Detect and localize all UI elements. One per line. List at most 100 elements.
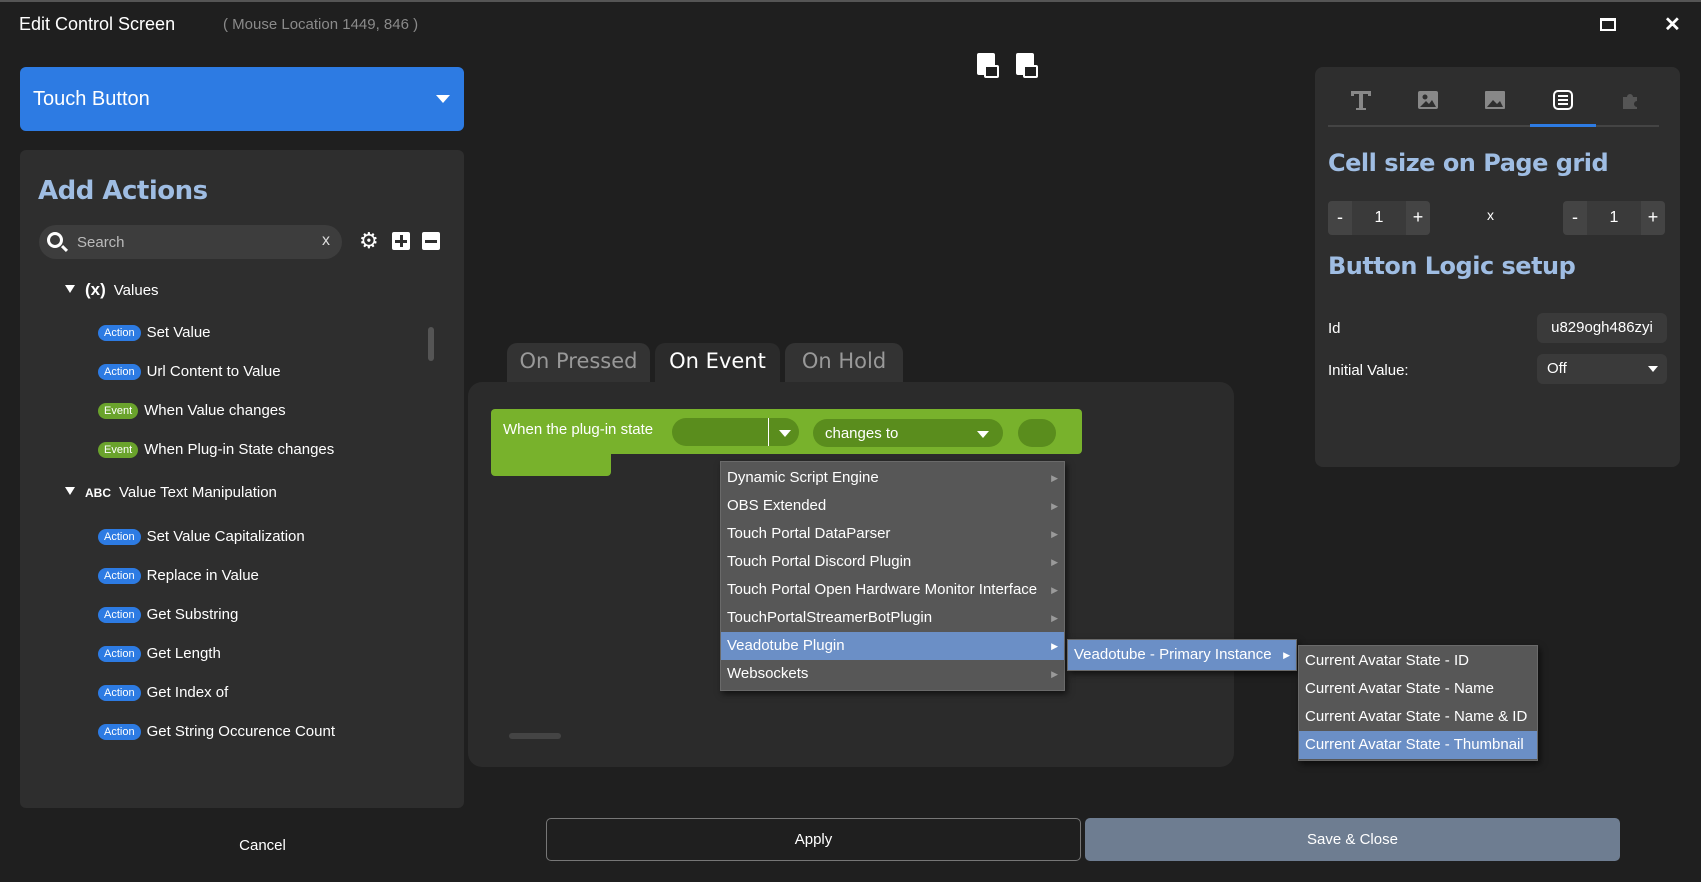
list-item[interactable]: Action Get String Occurence Count [98,723,335,740]
chevron-down-icon [1648,366,1658,372]
menu-item-selected[interactable]: Veadotube - Primary Instance ▶ [1068,640,1296,670]
menu-item-label: Touch Portal DataParser [727,525,891,542]
menu-item-label: Veadotube - Primary Instance [1074,646,1272,663]
decrement-button[interactable]: - [1563,201,1587,235]
cell-height-value[interactable]: 1 [1587,201,1641,235]
menu-item-label: Dynamic Script Engine [727,469,879,486]
value-input[interactable] [1018,419,1056,447]
item-label: Url Content to Value [146,363,281,380]
cell-width-value[interactable]: 1 [1352,201,1406,235]
triangle-down-icon [65,487,75,495]
menu-item-label: Touch Portal Discord Plugin [727,553,912,570]
active-tab-indicator [1530,124,1596,127]
triangle-down-icon [65,285,75,293]
condition-dropdown[interactable]: changes to [813,419,1003,447]
menu-item[interactable]: Touch Portal Discord Plugin ▶ [721,548,1064,576]
action-badge: Action [98,607,141,623]
menu-item-label: OBS Extended [727,497,827,514]
search-input[interactable] [77,232,307,252]
menu-item[interactable]: OBS Extended ▶ [721,492,1064,520]
save-close-button[interactable]: Save & Close [1085,818,1620,861]
text-case-icon: ABC [85,486,111,500]
copy-file-icon[interactable] [1016,53,1038,78]
list-item[interactable]: Event When Plug-in State changes [98,441,334,458]
tab-on-hold[interactable]: On Hold [785,343,903,382]
menu-item[interactable]: Touch Portal Open Hardware Monitor Inter… [721,576,1064,604]
landscape-icon [1485,91,1505,109]
id-label: Id [1328,320,1341,337]
menu-item[interactable]: Current Avatar State - Name [1299,675,1537,703]
menu-item-selected[interactable]: Veadotube Plugin ▶ [721,632,1064,660]
gear-icon[interactable]: ⚙ [359,230,379,252]
search-clear-button[interactable]: x [322,232,330,250]
action-badge: Action [98,325,141,341]
event-block-label: When the plug-in state [503,421,654,438]
action-badge: Action [98,568,141,584]
chevron-right-icon: ▶ [1051,473,1058,483]
variable-icon: (x) [85,280,106,299]
cell-width-stepper: - 1 + [1328,201,1430,235]
item-label: Get String Occurence Count [146,723,336,740]
menu-item-selected[interactable]: Current Avatar State - Thumbnail [1299,731,1537,759]
paste-clipboard-icon[interactable] [977,53,999,78]
logic-icon [1553,90,1573,110]
plugin-state-dropdown[interactable] [672,418,799,446]
action-badge: Action [98,529,141,545]
chevron-right-icon: ▶ [1283,650,1290,660]
tab-on-event[interactable]: On Event [655,343,780,382]
list-item[interactable]: Action Url Content to Value [98,363,281,380]
window-title: Edit Control Screen [19,14,176,34]
initial-value-select[interactable]: Off [1537,354,1667,384]
event-badge: Event [98,403,139,419]
apply-button[interactable]: Apply [546,818,1081,861]
list-item[interactable]: Event When Value changes [98,402,286,419]
logic-setup-title: Button Logic setup [1328,252,1576,280]
collapse-all-icon[interactable] [422,232,440,250]
list-item[interactable]: Action Get Index of [98,684,228,701]
category-value-text-manipulation[interactable]: ABC Value Text Manipulation [65,484,277,501]
menu-item[interactable]: TouchPortalStreamerBotPlugin ▶ [721,604,1064,632]
list-item[interactable]: Action Set Value [98,324,211,341]
category-label: Value Text Manipulation [119,484,277,501]
menu-item[interactable]: Websockets ▶ [721,660,1064,688]
tab-logic[interactable] [1530,89,1596,117]
menu-item[interactable]: Current Avatar State - Name & ID [1299,703,1537,731]
chevron-down-icon [779,430,791,437]
id-field[interactable]: u829ogh486zyi [1537,313,1667,343]
category-values[interactable]: (x) Values [65,280,159,300]
search-box: x [39,225,342,259]
event-block[interactable]: When the plug-in state changes to [491,409,1082,454]
increment-button[interactable]: + [1406,201,1430,235]
chevron-right-icon: ▶ [1051,557,1058,567]
cancel-button[interactable]: Cancel [200,837,325,854]
tab-text[interactable] [1328,89,1394,117]
grid-separator: x [1487,207,1494,223]
expand-all-icon[interactable] [392,232,410,250]
list-item[interactable]: Action Get Length [98,645,221,662]
tab-icon-image[interactable] [1395,89,1461,117]
item-label: Set Value Capitalization [146,528,305,545]
menu-item-label: Veadotube Plugin [727,637,845,654]
decrement-button[interactable]: - [1328,201,1352,235]
chevron-right-icon: ▶ [1051,501,1058,511]
tab-on-pressed[interactable]: On Pressed [507,343,650,382]
maximize-icon[interactable] [1600,18,1616,31]
scrollbar-thumb[interactable] [428,327,434,361]
close-icon[interactable]: ✕ [1664,12,1681,37]
menu-item-label: Touch Portal Open Hardware Monitor Inter… [727,581,1038,598]
list-item[interactable]: Action Replace in Value [98,567,259,584]
instance-menu: Veadotube - Primary Instance ▶ [1067,639,1297,671]
item-label: Set Value [146,324,211,341]
menu-item[interactable]: Dynamic Script Engine ▶ [721,464,1064,492]
list-item[interactable]: Action Set Value Capitalization [98,528,305,545]
action-badge: Action [98,685,141,701]
increment-button[interactable]: + [1641,201,1665,235]
canvas-scrollbar[interactable] [509,733,561,739]
menu-item[interactable]: Current Avatar State - ID [1299,647,1537,675]
control-type-select[interactable]: Touch Button [20,67,464,131]
tab-background-image[interactable] [1462,89,1528,117]
event-badge: Event [98,442,139,458]
tab-plugins[interactable] [1597,89,1663,117]
list-item[interactable]: Action Get Substring [98,606,238,623]
menu-item[interactable]: Touch Portal DataParser ▶ [721,520,1064,548]
